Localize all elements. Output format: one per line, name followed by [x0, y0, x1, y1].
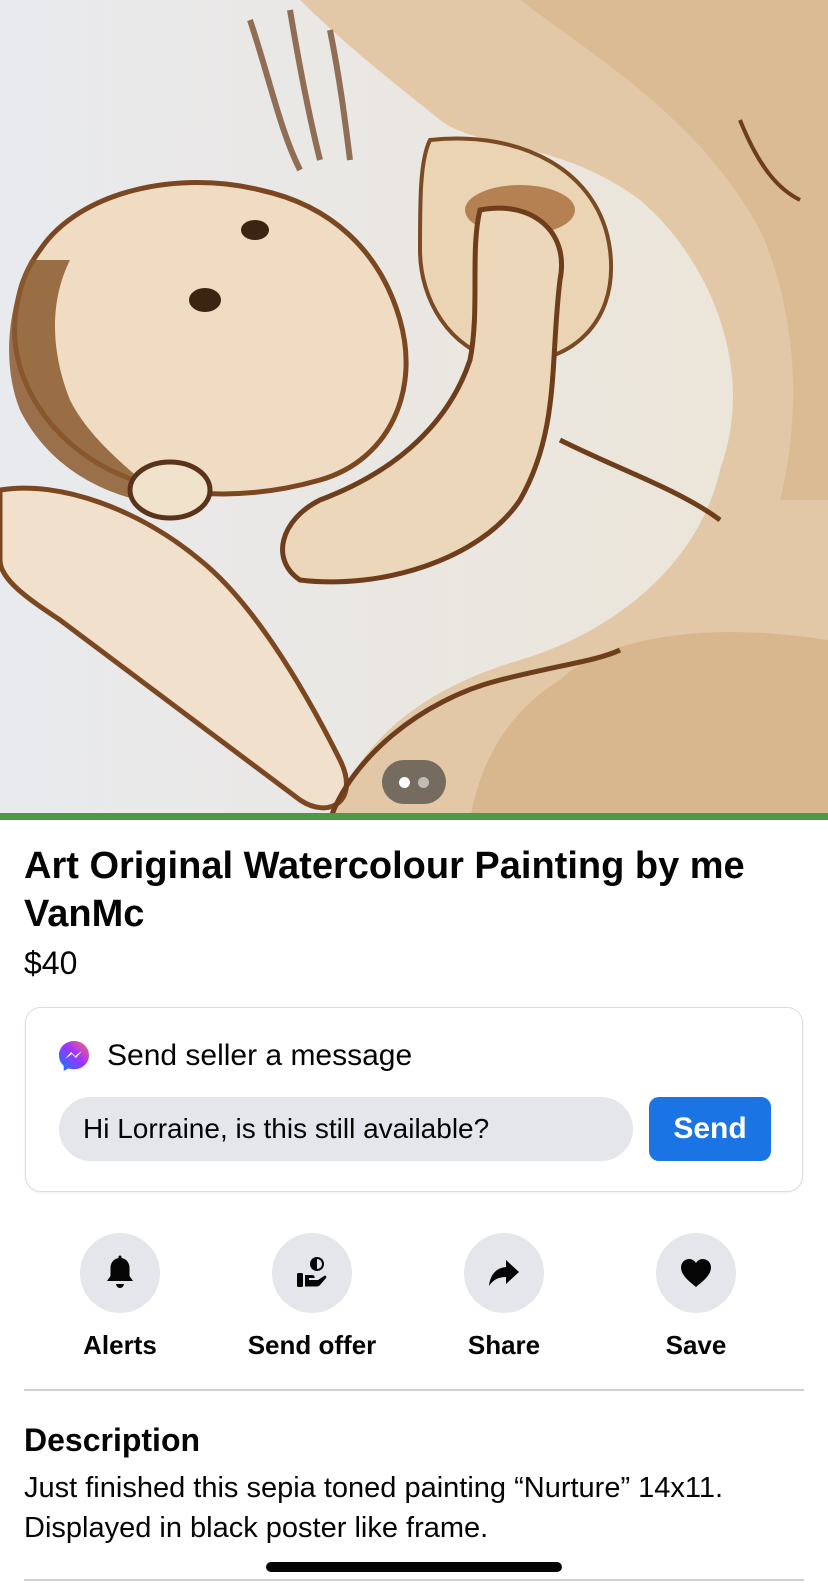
send-button[interactable]: Send — [649, 1097, 771, 1161]
share-label: Share — [467, 1330, 541, 1360]
photo-frame-edge — [0, 813, 828, 820]
pager-dot — [418, 776, 429, 788]
message-card-header: Send seller a message — [57, 1038, 412, 1074]
messenger-icon — [59, 1041, 89, 1071]
save-action[interactable]: Save — [601, 1233, 791, 1361]
bell-icon — [107, 1255, 133, 1288]
message-input[interactable] — [59, 1097, 633, 1161]
alerts-button[interactable] — [80, 1233, 160, 1313]
save-label: Save — [665, 1330, 727, 1360]
share-action[interactable]: Share — [409, 1233, 599, 1361]
alerts-label: Alerts — [83, 1330, 157, 1360]
send-offer-action[interactable]: Send offer — [217, 1233, 407, 1361]
divider — [24, 1579, 804, 1581]
alerts-action[interactable]: Alerts — [25, 1233, 215, 1361]
heart-icon — [681, 1259, 711, 1287]
divider — [24, 1389, 804, 1391]
photo-pager[interactable] — [382, 760, 446, 804]
save-button[interactable] — [656, 1233, 736, 1313]
send-message-card: Send seller a message Send — [25, 1007, 803, 1192]
painting-image — [0, 0, 828, 820]
share-icon — [489, 1260, 519, 1286]
home-indicator[interactable] — [266, 1562, 562, 1572]
listing-actions: Alerts Send offer Share Save — [0, 1233, 828, 1363]
message-card-title: Send seller a message — [107, 1039, 413, 1072]
send-offer-button[interactable] — [272, 1233, 352, 1313]
offer-icon — [297, 1257, 327, 1287]
description-heading: Description — [24, 1422, 201, 1458]
marketplace-listing-page: Art Original Watercolour Painting by me … — [0, 0, 828, 1592]
listing-photo[interactable] — [0, 0, 828, 820]
share-button[interactable] — [464, 1233, 544, 1313]
listing-price: $40 — [24, 945, 78, 981]
description-text: Just finished this sepia toned painting … — [24, 1472, 724, 1544]
pager-dot-active — [399, 776, 410, 788]
send-offer-label: Send offer — [247, 1330, 377, 1360]
listing-title: Art Original Watercolour Painting by me … — [24, 845, 745, 935]
